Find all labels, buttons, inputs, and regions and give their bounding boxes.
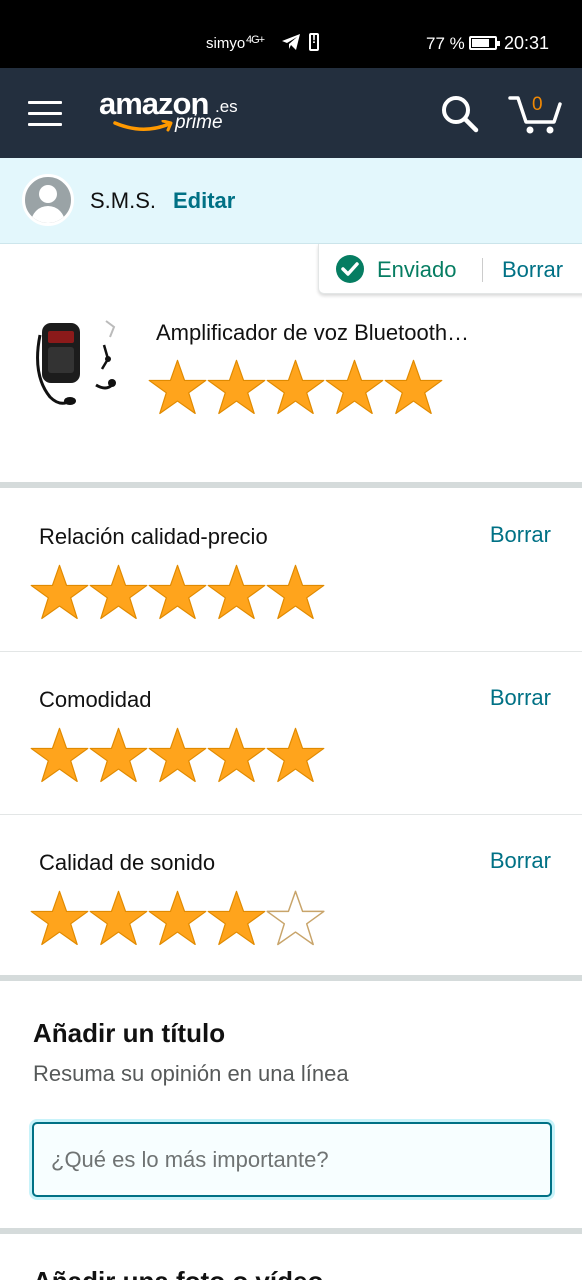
search-icon[interactable] [440,94,480,134]
star-filled-icon[interactable] [30,889,89,948]
battery-alert-icon [309,32,319,51]
row-divider [0,814,582,815]
signal-icon: 4G+ [246,34,265,46]
star-filled-icon[interactable] [266,563,325,622]
reviewer-bar: S.M.S. Editar [0,158,582,244]
star-filled-icon[interactable] [325,358,384,417]
star-filled-icon[interactable] [266,358,325,417]
review-status-pill: Enviado Borrar [318,244,582,294]
delete-rating-button[interactable]: Borrar [490,848,551,874]
star-filled-icon[interactable] [266,726,325,785]
star-filled-icon[interactable] [30,726,89,785]
rating-label: Relación calidad-precio [39,524,268,549]
star-filled-icon[interactable] [89,563,148,622]
rating-stars[interactable] [30,563,325,622]
star-filled-icon[interactable] [207,358,266,417]
check-circle-icon [336,255,364,283]
smile-arrow-icon [113,120,173,132]
star-filled-icon[interactable] [207,726,266,785]
product-star-rating[interactable] [148,358,443,416]
star-filled-icon[interactable] [148,889,207,948]
avatar [22,174,74,226]
logo-prime: prime [175,112,223,133]
star-filled-icon[interactable] [89,726,148,785]
section-divider [0,975,582,981]
section-divider [0,482,582,488]
cart-count-badge: 0 [532,94,543,115]
status-bar: simyo 4G+ 77 % 20:31 [0,0,582,68]
rating-label: Comodidad [39,687,152,712]
battery-icon [469,36,500,50]
delete-rating-button[interactable]: Borrar [490,685,551,711]
app-header: amazon .es prime 0 [0,68,582,158]
rating-stars[interactable] [30,889,325,948]
product-image[interactable] [34,315,124,410]
star-filled-icon[interactable] [384,358,443,417]
review-title-input[interactable] [32,1122,552,1197]
star-filled-icon[interactable] [207,889,266,948]
product-title: Amplificador de voz Bluetooth… [156,320,470,345]
add-title-heading: Añadir un título [33,1018,226,1048]
rating-label: Calidad de sonido [39,850,216,875]
rating-stars[interactable] [30,726,325,785]
delete-rating-button[interactable]: Borrar [490,522,551,548]
sent-status-label: Enviado [377,257,457,282]
star-filled-icon[interactable] [148,563,207,622]
star-filled-icon[interactable] [30,563,89,622]
clock: 20:31 [504,33,550,53]
add-media-heading: Añadir una foto o vídeo [33,1266,323,1280]
carrier-label: simyo [206,35,246,52]
star-filled-icon[interactable] [148,726,207,785]
row-divider [0,651,582,652]
hamburger-menu-icon[interactable] [28,101,62,127]
star-filled-icon[interactable] [89,889,148,948]
delete-review-button[interactable]: Borrar [502,257,563,283]
star-filled-icon[interactable] [148,358,207,417]
add-title-subheading: Resuma su opinión en una línea [33,1061,349,1086]
battery-percent: 77 % [426,34,465,53]
star-empty-icon[interactable] [266,889,325,948]
star-filled-icon[interactable] [207,563,266,622]
pill-divider [482,258,483,282]
telegram-icon [282,34,300,50]
edit-profile-link[interactable]: Editar [173,188,235,214]
reviewer-name: S.M.S. [90,188,157,213]
amazon-prime-logo[interactable]: amazon .es prime [99,86,249,146]
section-divider [0,1228,582,1234]
